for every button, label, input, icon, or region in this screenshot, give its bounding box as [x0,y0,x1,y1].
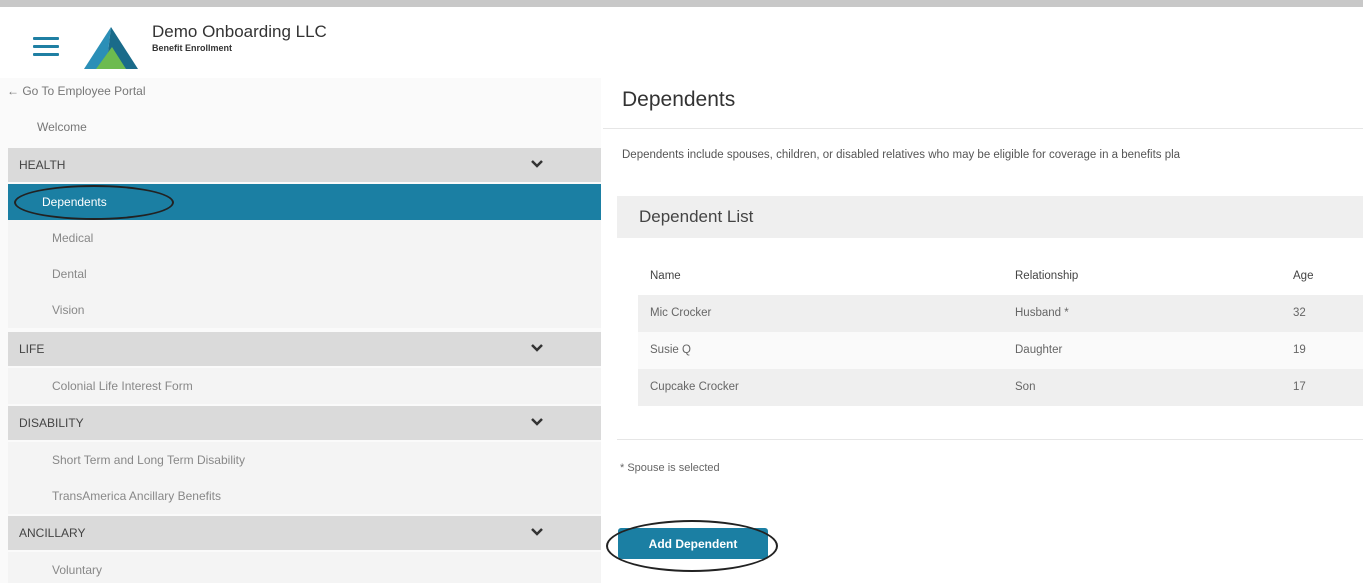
dependent-name: Cupcake Crocker [650,381,739,393]
section-label: HEALTH [19,158,66,172]
sidebar-item-short-long-term-disability[interactable]: Short Term and Long Term Disability [8,442,601,478]
top-bar: Demo Onboarding LLC Benefit Enrollment [0,0,1363,78]
table-row[interactable]: Susie Q Daughter 19 [638,332,1363,369]
sidebar-item-welcome[interactable]: Welcome [37,120,87,134]
sidebar-item-label: Medical [52,231,94,245]
section-life[interactable]: LIFE [8,332,601,366]
dependent-relationship: Daughter [1015,344,1063,356]
company-name: Demo Onboarding LLC [152,22,327,41]
dependent-list-header: Dependent List [617,196,1363,238]
sidebar: ← Go To Employee Portal Welcome HEALTH D… [0,78,601,583]
chevron-down-icon [531,344,543,352]
dependent-age: 17 [1293,381,1306,393]
section-label: LIFE [19,342,45,356]
table-header-row: Name Relationship Age [638,258,1363,295]
chevron-down-icon [531,160,543,168]
company-logo [84,27,138,69]
sidebar-item-dental[interactable]: Dental [8,256,601,292]
chevron-down-icon [531,528,543,536]
table-row[interactable]: Mic Crocker Husband * 32 [638,295,1363,332]
dependent-age: 19 [1293,344,1306,356]
dependent-name: Mic Crocker [650,307,712,319]
sidebar-item-label: Voluntary [52,563,103,577]
column-header-age[interactable]: Age [1293,270,1313,282]
app-subtitle: Benefit Enrollment [152,43,233,53]
column-header-name[interactable]: Name [650,270,681,282]
sidebar-item-transamerica[interactable]: TransAmerica Ancillary Benefits [8,478,601,514]
section-health[interactable]: HEALTH [8,148,601,182]
table-row[interactable]: Cupcake Crocker Son 17 [638,369,1363,406]
section-label: DISABILITY [19,416,84,430]
sidebar-item-label: Colonial Life Interest Form [52,379,193,393]
sidebar-item-label: Vision [52,303,85,317]
intro-text: Dependents include spouses, children, or… [622,149,1181,161]
dependent-relationship: Son [1015,381,1036,393]
chevron-down-icon [531,418,543,426]
sidebar-item-dependents[interactable]: Dependents [8,184,601,220]
add-dependent-button[interactable]: Add Dependent [618,528,768,559]
sidebar-item-colonial-life[interactable]: Colonial Life Interest Form [8,368,601,404]
sidebar-item-label: Short Term and Long Term Disability [52,453,245,467]
sidebar-item-label: Dependents [42,195,107,209]
section-label: ANCILLARY [19,526,86,540]
go-to-employee-portal-link[interactable]: ← Go To Employee Portal [7,84,146,98]
column-header-relationship[interactable]: Relationship [1015,270,1078,282]
sidebar-item-voluntary[interactable]: Voluntary [8,552,601,583]
dependent-age: 32 [1293,307,1306,319]
divider [603,128,1363,129]
sidebar-item-vision[interactable]: Vision [8,292,601,328]
sidebar-item-label: TransAmerica Ancillary Benefits [52,489,221,503]
hamburger-icon[interactable] [33,37,59,57]
main-content: Dependents Dependents include spouses, c… [603,78,1363,583]
dependent-name: Susie Q [650,344,691,356]
sidebar-item-medical[interactable]: Medical [8,220,601,256]
section-disability[interactable]: DISABILITY [8,406,601,440]
spouse-footnote: * Spouse is selected [620,462,720,474]
page-title: Dependents [622,88,736,111]
section-ancillary[interactable]: ANCILLARY [8,516,601,550]
sidebar-item-label: Dental [52,267,87,281]
divider [617,439,1363,440]
dependent-relationship: Husband * [1015,307,1069,319]
panel-title: Dependent List [639,207,754,226]
